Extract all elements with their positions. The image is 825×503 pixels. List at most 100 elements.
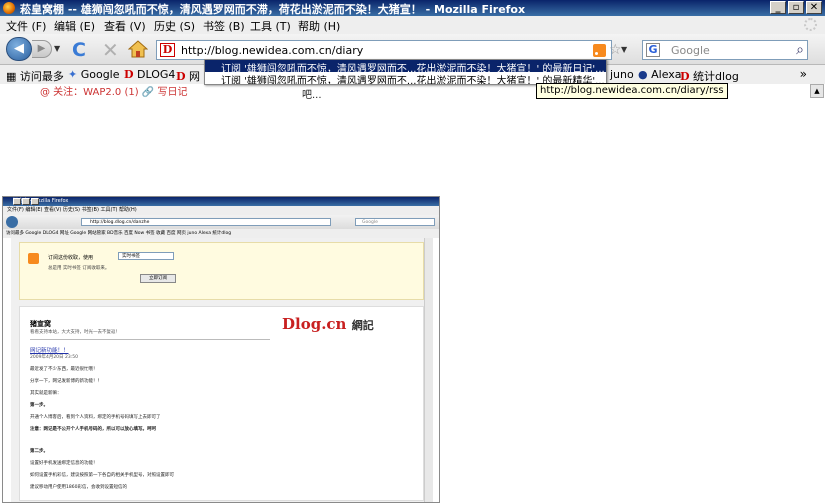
thumb-post-line: 第二步。 bbox=[30, 449, 48, 454]
thumb-post-line: 如何设置手机彩信，建议按照第一下各自的相关手机型号，对照设置即可 bbox=[30, 473, 174, 478]
page-peek-right: 吧... bbox=[302, 90, 322, 101]
thumb-post-line: 建议移动用户使用1860彩信，会收到设置短信的 bbox=[30, 485, 127, 490]
history-dropdown-icon[interactable]: ▼ bbox=[54, 44, 60, 53]
rss-feed-icon[interactable] bbox=[593, 44, 606, 57]
menu-tools[interactable]: 工具 (T) bbox=[250, 18, 291, 34]
thumb-blog-desc: 看看支持本站，大大支持，时光一去不复返！ bbox=[30, 330, 120, 335]
screenshot-thumbnail: 猪宣窝 - Mozilla Firefox 文件(F) 编辑(E) 查看(V) … bbox=[2, 196, 440, 503]
thumb-page: 订阅这份收取，使用 实时书签 总是用 实时书签 订阅收取来。 立即订阅 猪宣窝 … bbox=[11, 238, 431, 502]
thumb-rss-icon bbox=[28, 253, 39, 264]
thumb-post-date: 2009年4月20日 23:50 bbox=[30, 355, 78, 360]
page-content: @ 关注：WAP2.0 (1) 🔗 写日记 吧... ▲ 猪宣窝 - Mozil… bbox=[0, 84, 825, 503]
thumb-titlebar: 猪宣窝 - Mozilla Firefox bbox=[3, 197, 439, 206]
bookmark-most-visited[interactable]: ▦ 访问最多 bbox=[6, 68, 64, 84]
dlog-icon: D bbox=[124, 68, 134, 81]
thumb-bookmarks-bar: 访问最多 Google DLOG4 网址 Google 网站管家 BD音乐 百度… bbox=[3, 229, 439, 238]
window-title: 菘皇窝棚 -- 雄狮闯忽吼而不惊，清风遇罗网而不滞，荷花出淤泥而不染！大猪宣！ … bbox=[20, 3, 526, 16]
thumb-scrollbar bbox=[424, 238, 433, 502]
thumb-post-line: 注意：网记是不公开个人手机号码的，所以可以放心填写。呵呵 bbox=[30, 427, 156, 432]
search-input[interactable]: Google bbox=[671, 44, 710, 57]
rss-subscribe-menu: 订阅 '雄狮闯忽吼而不惊，清风遇罗网而不...花出淤泥而不染！大猪宣！' 的最新… bbox=[204, 59, 607, 85]
thumb-subscribe-select: 实时书签 bbox=[118, 252, 174, 260]
site-favicon: D bbox=[160, 43, 175, 57]
window-controls: _ ▫ ✕ bbox=[770, 1, 822, 14]
url-bar[interactable]: D http://blog.newidea.com.cn/diary ☆ bbox=[156, 40, 622, 60]
thumb-post-line: 其实就是新嘛： bbox=[30, 391, 62, 396]
menu-bar: 文件 (F) 编辑 (E) 查看 (V) 历史 (S) 书签 (B) 工具 (T… bbox=[0, 16, 825, 34]
thumb-back-icon bbox=[6, 216, 18, 228]
thumb-subscribe-panel: 订阅这份收取，使用 实时书签 总是用 实时书签 订阅收取来。 立即订阅 bbox=[19, 242, 424, 300]
bookmark-google[interactable]: ✦ Google bbox=[68, 68, 120, 81]
dlog-icon: D bbox=[680, 70, 690, 83]
back-arrow-icon: ◀ bbox=[14, 41, 24, 56]
bookmark-label: Google bbox=[80, 68, 120, 81]
thumb-post-line: 最近发了不少东西，最近很忙哦！ bbox=[30, 367, 98, 372]
search-box[interactable]: G Google ⌕ bbox=[642, 40, 808, 60]
bookmark-juno[interactable]: juno bbox=[610, 68, 634, 81]
bookmark-alexa[interactable]: ● Alexa bbox=[638, 68, 682, 81]
google-engine-icon[interactable]: G bbox=[646, 43, 660, 57]
alexa-icon: ● bbox=[638, 68, 648, 81]
thumb-post-line: 设置好手机发送绑定信息的功能！ bbox=[30, 461, 98, 466]
forward-arrow-icon: ▶ bbox=[37, 43, 46, 54]
thumb-menu-text: 文件(F) 编辑(E) 查看(V) 历史(S) 书签(B) 工具(T) 帮助(H… bbox=[7, 207, 137, 213]
rss-url-tooltip: http://blog.newidea.com.cn/diary/rss bbox=[536, 83, 728, 99]
thumb-post-line: 开通个人博客后，看到个人资料，绑定的手机号码填写上去即可了 bbox=[30, 415, 161, 420]
bookmarks-folder-icon: ▦ bbox=[6, 70, 17, 83]
thumb-logo-main: Dlog.cn bbox=[282, 315, 347, 333]
bookmark-net[interactable]: D 网 bbox=[176, 68, 200, 84]
thumb-blog-title: 猪宣窝 bbox=[30, 320, 51, 328]
url-dropdown-icon[interactable]: ▼ bbox=[621, 45, 627, 54]
menu-edit[interactable]: 编辑 (E) bbox=[54, 18, 95, 34]
thumb-divider bbox=[30, 339, 270, 340]
thumb-blog-area: 猪宣窝 看看支持本站，大大支持，时光一去不复返！ Dlog.cn 網記 网记新功… bbox=[19, 306, 424, 501]
menu-bookmarks[interactable]: 书签 (B) bbox=[203, 18, 245, 34]
menu-file[interactable]: 文件 (F) bbox=[6, 18, 46, 34]
thumb-post-line: 分享一下，网记发新博的新功能！！ bbox=[30, 379, 102, 384]
thumb-bookmarks-text: 访问最多 Google DLOG4 网址 Google 网站管家 BD音乐 百度… bbox=[6, 231, 232, 236]
bookmark-label: juno bbox=[610, 68, 634, 81]
thumb-logo-sub: 網記 bbox=[351, 319, 374, 332]
thumb-nav-toolbar: http://blog.dlog.cn/danzhe Google bbox=[3, 215, 439, 229]
dlog-icon: D bbox=[176, 70, 186, 83]
minimize-button[interactable]: _ bbox=[770, 1, 786, 14]
thumb-post-line: 第一步。 bbox=[30, 403, 48, 408]
url-text[interactable]: http://blog.newidea.com.cn/diary bbox=[181, 44, 363, 57]
menu-history[interactable]: 历史 (S) bbox=[154, 18, 195, 34]
thumb-subscribe-button: 立即订阅 bbox=[140, 274, 176, 283]
window-titlebar: 菘皇窝棚 -- 雄狮闯忽吼而不惊，清风遇罗网而不滞，荷花出淤泥而不染！大猪宣！ … bbox=[0, 0, 825, 16]
firefox-icon bbox=[3, 2, 15, 14]
bookmark-label: 网 bbox=[189, 70, 201, 83]
thumb-subscribe-checkbox-label: 总是用 实时书签 订阅收取来。 bbox=[48, 266, 110, 271]
page-peek-left: @ 关注：WAP2.0 (1) 🔗 写日记 bbox=[40, 87, 188, 98]
thumb-window-controls bbox=[13, 198, 437, 205]
reload-icon[interactable]: C bbox=[72, 39, 86, 61]
forward-button[interactable]: ▶ bbox=[32, 40, 52, 58]
menu-view[interactable]: 查看 (V) bbox=[104, 18, 146, 34]
bookmark-stats-dlog[interactable]: D 统计dlog bbox=[680, 68, 739, 84]
thumb-url-bar: http://blog.dlog.cn/danzhe bbox=[81, 218, 331, 226]
search-icon[interactable]: ⌕ bbox=[796, 42, 804, 58]
menu-help[interactable]: 帮助 (H) bbox=[298, 18, 340, 34]
thumb-post-title: 网记新功能！！ bbox=[30, 348, 69, 354]
close-button[interactable]: ✕ bbox=[806, 1, 822, 14]
thumb-dlog-logo: Dlog.cn 網記 bbox=[282, 315, 374, 333]
google-icon: ✦ bbox=[68, 68, 78, 81]
scrollbar-up-arrow[interactable]: ▲ bbox=[810, 84, 824, 98]
home-icon[interactable] bbox=[128, 39, 148, 59]
maximize-button[interactable]: ▫ bbox=[788, 1, 804, 14]
back-button[interactable]: ◀ bbox=[6, 37, 32, 61]
bookmark-label: 统计dlog bbox=[693, 70, 739, 83]
thumb-subscribe-text: 订阅这份收取，使用 bbox=[48, 255, 94, 261]
bookmark-label: Alexa bbox=[651, 68, 682, 81]
bookmarks-chevron[interactable]: » bbox=[800, 67, 807, 81]
bookmark-star-icon[interactable]: ☆ bbox=[609, 42, 622, 58]
bookmark-dlog4[interactable]: D DLOG4 bbox=[124, 68, 175, 81]
throbber-icon bbox=[804, 18, 817, 31]
thumb-search-box: Google bbox=[355, 218, 435, 226]
rss-menu-item-diary[interactable]: 订阅 '雄狮闯忽吼而不惊，清风遇罗网而不...花出淤泥而不染！大猪宣！' 的最新… bbox=[205, 60, 606, 72]
thumb-menu-bar: 文件(F) 编辑(E) 查看(V) 历史(S) 书签(B) 工具(T) 帮助(H… bbox=[3, 206, 439, 215]
bookmark-label: DLOG4 bbox=[137, 68, 176, 81]
stop-icon[interactable]: ✕ bbox=[102, 38, 119, 62]
bookmark-label: 访问最多 bbox=[19, 70, 64, 83]
